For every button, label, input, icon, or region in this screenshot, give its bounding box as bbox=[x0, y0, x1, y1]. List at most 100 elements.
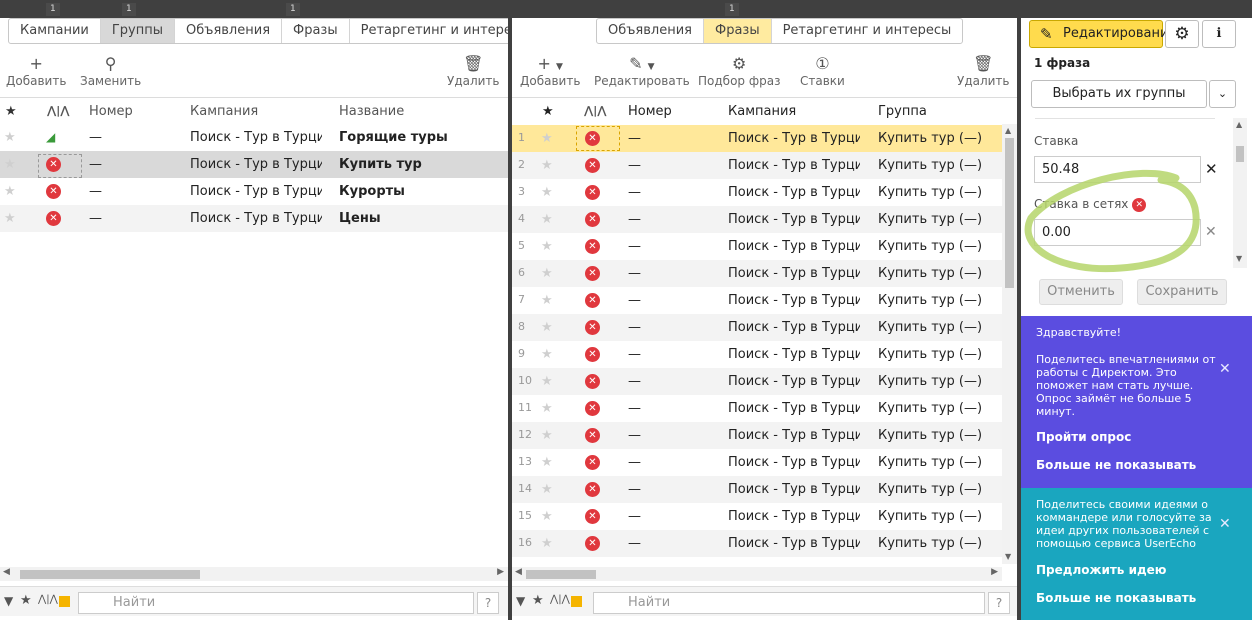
star-icon[interactable]: ★ bbox=[541, 455, 553, 470]
tab-retargeting[interactable]: Ретаргетинг и интересы bbox=[772, 19, 963, 43]
scroll-down-icon[interactable]: ▼ bbox=[1005, 552, 1011, 561]
table-row[interactable]: 14 ★ ✕ — Поиск - Тур в Турцию Купить тур (—) bbox=[512, 476, 1002, 503]
star-icon[interactable]: ★ bbox=[541, 428, 553, 443]
star-icon[interactable]: ★ bbox=[541, 401, 553, 416]
scroll-up-icon[interactable]: ▲ bbox=[1236, 120, 1242, 129]
label-filter-icon[interactable] bbox=[571, 596, 582, 607]
hide-survey-link[interactable]: Больше не показывать bbox=[1036, 458, 1196, 472]
star-icon[interactable]: ★ bbox=[4, 211, 16, 226]
search-input[interactable]: Найти bbox=[593, 592, 985, 614]
middle-hscrollbar[interactable]: ◀ ▶ bbox=[512, 567, 1002, 581]
column-campaign[interactable]: Кампания bbox=[190, 104, 258, 119]
close-icon[interactable]: ✕ bbox=[1219, 361, 1231, 377]
help-button[interactable]: ? bbox=[477, 592, 499, 614]
star-icon[interactable]: ★ bbox=[4, 157, 16, 172]
star-column-icon[interactable]: ★ bbox=[5, 104, 17, 119]
save-button[interactable]: Сохранить bbox=[1137, 279, 1227, 305]
star-icon[interactable]: ★ bbox=[541, 536, 553, 551]
star-icon[interactable]: ★ bbox=[541, 131, 553, 146]
scroll-down-icon[interactable]: ▼ bbox=[1236, 254, 1242, 263]
tab-ads[interactable]: Объявления bbox=[175, 19, 283, 43]
edit-mode-button[interactable]: ✎ Редактирование bbox=[1029, 20, 1176, 48]
star-icon[interactable]: ★ bbox=[541, 347, 553, 362]
table-row[interactable]: ★ ✕ — Поиск - Тур в Турцию Купить тур bbox=[0, 151, 508, 178]
star-icon[interactable]: ★ bbox=[541, 482, 553, 497]
column-group[interactable]: Группа bbox=[878, 104, 927, 119]
table-row[interactable]: 9 ★ ✕ — Поиск - Тур в Турцию Купить тур (—) bbox=[512, 341, 1002, 368]
select-groups-button[interactable]: Выбрать их группы bbox=[1031, 80, 1207, 108]
table-row[interactable]: 12 ★ ✕ — Поиск - Тур в Турцию Купить тур (—) bbox=[512, 422, 1002, 449]
bids-button[interactable]: ① Ставки bbox=[800, 54, 845, 88]
table-row[interactable]: 8 ★ ✕ — Поиск - Тур в Турцию Купить тур (—) bbox=[512, 314, 1002, 341]
table-row[interactable]: 7 ★ ✕ — Поиск - Тур в Турцию Купить тур (—) bbox=[512, 287, 1002, 314]
close-icon[interactable]: ✕ bbox=[1219, 516, 1231, 532]
star-filter-icon[interactable]: ★ bbox=[532, 593, 544, 608]
add-button[interactable]: + ▼ Добавить bbox=[520, 54, 580, 88]
status-column-icon[interactable]: ⋀|⋀ bbox=[584, 104, 607, 117]
star-column-icon[interactable]: ★ bbox=[542, 104, 554, 119]
table-row[interactable]: 6 ★ ✕ — Поиск - Тур в Турцию Купить тур (—) bbox=[512, 260, 1002, 287]
star-icon[interactable]: ★ bbox=[541, 185, 553, 200]
scroll-thumb[interactable] bbox=[526, 570, 596, 579]
table-row[interactable]: 4 ★ ✕ — Поиск - Тур в Турцию Купить тур (—) bbox=[512, 206, 1002, 233]
panel-vscrollbar[interactable]: ▲ ▼ bbox=[1233, 118, 1247, 268]
left-hscrollbar[interactable]: ◀ ▶ bbox=[0, 567, 508, 581]
star-icon[interactable]: ★ bbox=[541, 320, 553, 335]
tab-phrases[interactable]: Фразы bbox=[282, 19, 350, 43]
tab-ads[interactable]: Объявления bbox=[597, 19, 704, 43]
star-filter-icon[interactable]: ★ bbox=[20, 593, 32, 608]
cancel-button[interactable]: Отменить bbox=[1039, 279, 1123, 305]
table-row[interactable]: ★ ✕ — Поиск - Тур в Турцию Цены bbox=[0, 205, 508, 232]
star-icon[interactable]: ★ bbox=[4, 184, 16, 199]
replace-button[interactable]: ⚲ Заменить bbox=[80, 54, 141, 88]
star-icon[interactable]: ★ bbox=[541, 293, 553, 308]
table-row[interactable]: 13 ★ ✕ — Поиск - Тур в Турцию Купить тур (—) bbox=[512, 449, 1002, 476]
add-button[interactable]: + Добавить bbox=[6, 54, 66, 88]
scroll-thumb[interactable] bbox=[1005, 138, 1014, 288]
status-column-icon[interactable]: ⋀|⋀ bbox=[47, 104, 70, 117]
table-row[interactable]: 15 ★ ✕ — Поиск - Тур в Турцию Купить тур (—) bbox=[512, 503, 1002, 530]
status-filter-icon[interactable]: ⋀|⋀ bbox=[38, 594, 58, 605]
help-button[interactable]: ? bbox=[988, 592, 1010, 614]
middle-vscrollbar[interactable]: ▲ ▼ bbox=[1002, 124, 1017, 564]
scroll-thumb[interactable] bbox=[1236, 146, 1244, 162]
status-filter-icon[interactable]: ⋀|⋀ bbox=[550, 594, 570, 605]
table-row[interactable]: 10 ★ ✕ — Поиск - Тур в Турцию Купить тур (—) bbox=[512, 368, 1002, 395]
tab-groups[interactable]: Группы bbox=[100, 19, 176, 43]
search-input[interactable]: Найти bbox=[78, 592, 474, 614]
column-number[interactable]: Номер bbox=[89, 104, 133, 119]
scroll-right-icon[interactable]: ▶ bbox=[497, 567, 504, 577]
label-filter-icon[interactable] bbox=[59, 596, 70, 607]
column-name[interactable]: Название bbox=[339, 104, 404, 119]
scroll-left-icon[interactable]: ◀ bbox=[3, 567, 10, 577]
table-row[interactable]: 5 ★ ✕ — Поиск - Тур в Турцию Купить тур (—) bbox=[512, 233, 1002, 260]
delete-button[interactable]: 🗑 Удалить bbox=[957, 54, 1010, 88]
table-row[interactable]: ★ ◢ — Поиск - Тур в Турцию Горящие туры bbox=[0, 124, 508, 151]
scroll-up-icon[interactable]: ▲ bbox=[1005, 126, 1011, 135]
scroll-right-icon[interactable]: ▶ bbox=[991, 567, 998, 577]
star-icon[interactable]: ★ bbox=[541, 158, 553, 173]
table-row[interactable]: ★ ✕ — Поиск - Тур в Турцию Курорты bbox=[0, 178, 508, 205]
tab-retargeting[interactable]: Ретаргетинг и интересы bbox=[350, 19, 508, 43]
star-icon[interactable]: ★ bbox=[541, 266, 553, 281]
column-campaign[interactable]: Кампания bbox=[728, 104, 796, 119]
filter-icon[interactable]: ▼ bbox=[516, 594, 525, 608]
table-row[interactable]: 3 ★ ✕ — Поиск - Тур в Турцию Купить тур (—) bbox=[512, 179, 1002, 206]
star-icon[interactable]: ★ bbox=[541, 374, 553, 389]
pick-phrases-button[interactable]: ⚙ Подбор фраз bbox=[698, 54, 780, 88]
hide-idea-link[interactable]: Больше не показывать bbox=[1036, 591, 1196, 605]
delete-button[interactable]: 🗑 Удалить bbox=[447, 54, 500, 88]
scroll-left-icon[interactable]: ◀ bbox=[515, 567, 522, 577]
table-row[interactable]: 16 ★ ✕ — Поиск - Тур в Турцию Купить тур (—) bbox=[512, 530, 1002, 557]
filter-icon[interactable]: ▼ bbox=[4, 594, 13, 608]
tab-phrases[interactable]: Фразы bbox=[704, 19, 772, 43]
edit-button[interactable]: ✎ ▼ Редактировать bbox=[594, 54, 690, 88]
column-number[interactable]: Номер bbox=[628, 104, 672, 119]
table-row[interactable]: 11 ★ ✕ — Поиск - Тур в Турцию Купить тур (—) bbox=[512, 395, 1002, 422]
table-row[interactable]: 2 ★ ✕ — Поиск - Тур в Турцию Купить тур (—) bbox=[512, 152, 1002, 179]
star-icon[interactable]: ★ bbox=[541, 212, 553, 227]
suggest-idea-link[interactable]: Предложить идею bbox=[1036, 563, 1166, 577]
star-icon[interactable]: ★ bbox=[541, 239, 553, 254]
table-row[interactable]: 1 ★ ✕ — Поиск - Тур в Турцию Купить тур (—) bbox=[512, 125, 1002, 152]
star-icon[interactable]: ★ bbox=[541, 509, 553, 524]
